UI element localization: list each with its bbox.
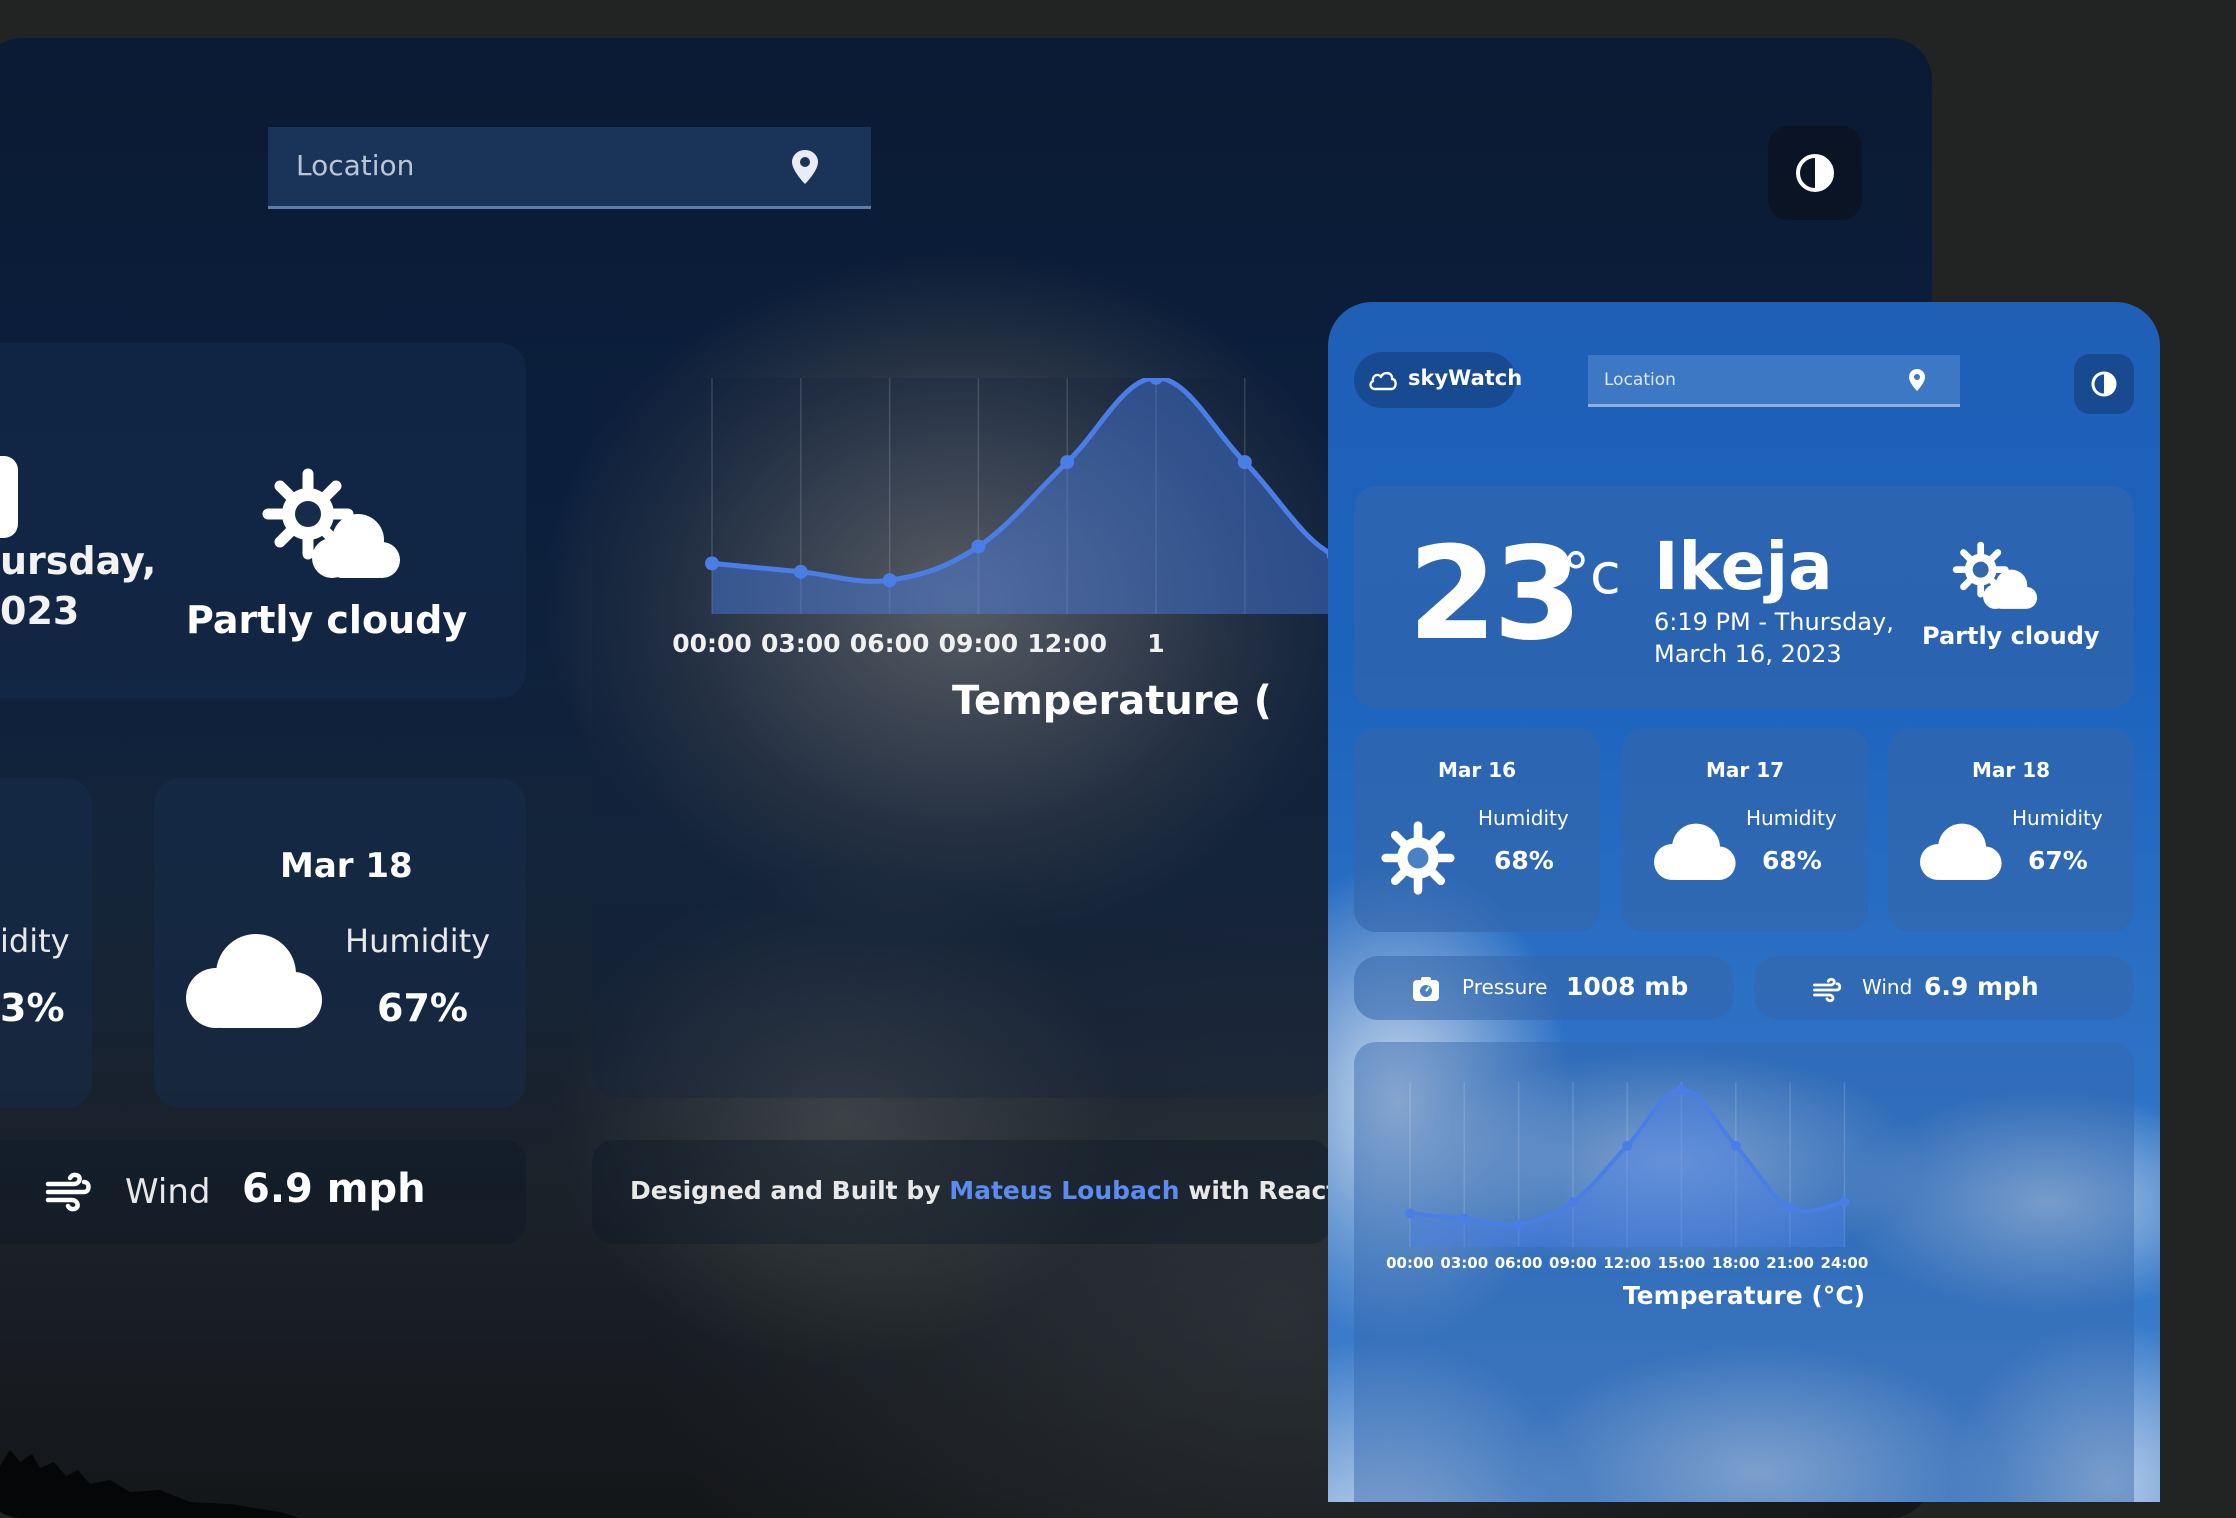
x-tick-label: 21:00 (1766, 1254, 1814, 1272)
humidity-label: Humidity (2012, 806, 2103, 830)
forecast-date: Mar 18 (1971, 758, 2051, 782)
humidity-value: 3% (0, 986, 65, 1030)
brand-logo[interactable]: skyWatch (1354, 352, 1522, 408)
data-point (1405, 1208, 1415, 1219)
data-point (1622, 1140, 1633, 1151)
humidity-value: 67% (377, 986, 468, 1030)
x-tick-label: 09:00 (939, 629, 1019, 658)
theme-toggle-button[interactable] (2074, 354, 2134, 414)
temperature-partial (0, 456, 18, 538)
cloud-icon (186, 934, 322, 1028)
forecast-date: Mar 16 (1437, 758, 1517, 782)
theme-toggle-button[interactable] (1768, 126, 1862, 220)
series-area (712, 378, 1332, 614)
x-tick-label: 06:00 (850, 629, 930, 658)
wind-icon (45, 1172, 91, 1212)
temperature-chart: 00:00 03:00 06:00 09:00 12:00 1 Temperature ( (672, 378, 1332, 724)
data-point (1839, 1197, 1850, 1207)
forecast-date: Mar 17 (1705, 758, 1785, 782)
x-tick-label: 12:00 (1603, 1254, 1651, 1272)
cloud-icon (1654, 823, 1736, 880)
data-point (971, 539, 986, 554)
location-pin-icon[interactable] (1908, 368, 1926, 392)
humidity-value: 67% (2028, 846, 2088, 875)
chart-title: Temperature (°C) (1623, 1281, 1865, 1310)
forecast-card: Mar 17 Humidity 68% (1622, 728, 1868, 932)
data-point (882, 573, 897, 588)
x-tick-label: 12:00 (1027, 629, 1107, 658)
humidity-label: Humidity (345, 922, 491, 960)
cloud-outline-icon (1369, 371, 1397, 391)
search-placeholder: Location (296, 149, 415, 182)
wind-value: 6.9 mph (242, 1166, 426, 1212)
forecast-card: Mar 18 Humidity 67% (1888, 728, 2134, 932)
wind-label: Wind (125, 1172, 211, 1212)
humidity-label: idity (0, 922, 70, 960)
data-point (1459, 1213, 1470, 1224)
humidity-value: 68% (1494, 846, 1554, 875)
temperature-unit: °c (1562, 542, 1621, 607)
wind-label: Wind (1862, 975, 1913, 999)
x-tick-label: 1 (1147, 629, 1164, 658)
temperature-chart: 00:00 03:00 06:00 09:00 12:00 15:00 18:00 21:00… (1386, 1082, 1869, 1310)
pressure-card: Pressure 1008 mb (1354, 956, 1734, 1020)
date-line-1: ursday, (0, 539, 157, 583)
footer-prefix: Designed and Built by (630, 1176, 950, 1205)
cloud-icon (1920, 823, 2002, 880)
gauge-icon (1413, 977, 1439, 1001)
city-name: Ikeja (1654, 528, 1833, 605)
mobile-preview: skyWatch Location 23 °c Ikeja 6:19 PM - … (1328, 302, 2160, 1502)
partly-cloudy-icon (262, 468, 400, 578)
pressure-label: Pressure (1462, 975, 1548, 999)
temperature-chart-card: 00:00 03:00 06:00 09:00 12:00 15:00 18:00 21:00… (1354, 1042, 2134, 1502)
sun-icon (1381, 821, 1455, 895)
data-point (1513, 1219, 1524, 1230)
x-tick-label: 24:00 (1821, 1254, 1869, 1272)
x-tick-label: 15:00 (1658, 1254, 1706, 1272)
x-tick-label: 03:00 (1440, 1254, 1488, 1272)
current-date: ursday, 023 (0, 536, 156, 636)
partly-cloudy-icon (1952, 541, 2038, 609)
data-point (793, 564, 808, 579)
forecast-card: Mar 16 Humidity 68% (1354, 728, 1600, 932)
brand-name: skyWatch (1408, 366, 1523, 390)
humidity-value: 68% (1762, 846, 1822, 875)
data-point (705, 556, 719, 571)
x-tick-label: 18:00 (1712, 1254, 1760, 1272)
data-point (1785, 1202, 1796, 1213)
pressure-value: 1008 mb (1566, 972, 1689, 1001)
chart-title: Temperature ( (952, 678, 1272, 724)
x-tick-label: 03:00 (761, 629, 841, 658)
data-point (1730, 1140, 1741, 1151)
search-input[interactable]: Location (1588, 355, 1960, 407)
data-point (1676, 1084, 1687, 1095)
data-point (1060, 455, 1075, 470)
contrast-icon (2091, 371, 2117, 397)
x-tick-label: 09:00 (1549, 1254, 1597, 1272)
temperature-chart-card: 00:00 03:00 06:00 09:00 12:00 1 Temperature ( (592, 378, 1332, 1098)
current-condition: Partly cloudy (1922, 622, 2100, 650)
author-link[interactable]: Mateus Loubach (949, 1176, 1179, 1205)
data-point (1567, 1197, 1578, 1207)
location-pin-icon[interactable] (791, 149, 819, 185)
current-temperature: 23 (1408, 520, 1582, 669)
humidity-label: Humidity (1746, 806, 1837, 830)
x-tick-label: 00:00 (1386, 1254, 1434, 1272)
humidity-label: Humidity (1478, 806, 1569, 830)
x-tick-label: 00:00 (672, 629, 752, 658)
x-tick-label: 06:00 (1495, 1254, 1543, 1272)
treeline-silhouette (0, 1450, 300, 1518)
contrast-icon (1796, 154, 1834, 192)
wind-icon (1813, 977, 1842, 1003)
forecast-date: Mar 18 (280, 846, 413, 886)
current-condition: Partly cloudy (186, 598, 468, 642)
search-placeholder: Location (1604, 370, 1676, 390)
wind-card: Wind 6.9 mph (1754, 956, 2134, 1020)
current-datetime: 6:19 PM - Thursday, March 16, 2023 (1654, 608, 1894, 668)
wind-value: 6.9 mph (1924, 972, 2039, 1001)
search-input[interactable]: Location (268, 127, 871, 209)
date-line-2: 023 (0, 589, 80, 633)
data-point (1237, 455, 1252, 470)
